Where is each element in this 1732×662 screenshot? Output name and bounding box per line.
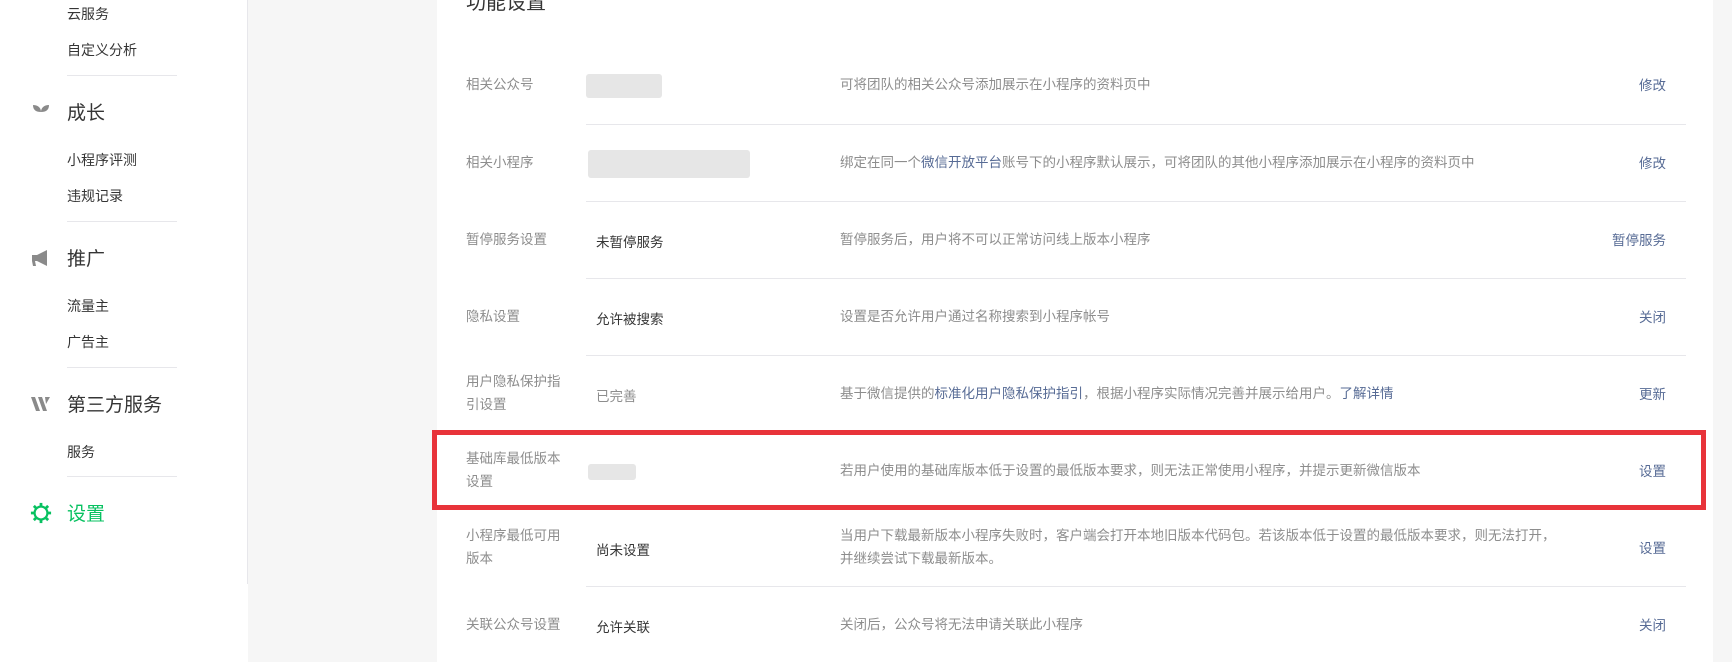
close-link[interactable]: 关闭: [1639, 306, 1666, 326]
setting-description: 可将团队的相关公众号添加展示在小程序的资料页中: [840, 77, 1151, 93]
blurred-value: [588, 150, 750, 178]
close-link[interactable]: 关闭: [1639, 614, 1666, 634]
sidebar-section-settings[interactable]: 设置: [30, 499, 105, 526]
blurred-value: [586, 74, 662, 98]
sidebar-divider: [247, 0, 248, 584]
setting-label: 小程序最低可用版本: [466, 528, 561, 567]
sidebar-item-traffic-owner[interactable]: 流量主: [67, 296, 109, 316]
sidebar-section-label: 推广: [67, 248, 106, 270]
third-party-icon: [30, 393, 52, 415]
setting-description: 绑定在同一个微信开放平台账号下的小程序默认展示，可将团队的其他小程序添加展示在小…: [840, 155, 1475, 171]
sprout-icon: [30, 101, 52, 123]
sidebar-section-label: 设置: [67, 503, 106, 525]
open-platform-link[interactable]: 微信开放平台: [921, 155, 1002, 171]
setting-description: 当用户下载最新版本小程序失败时，客户端会打开本地旧版本代码包。若该版本低于设置的…: [840, 528, 1556, 567]
highlight-box: [432, 430, 1706, 510]
sidebar-item-advertiser[interactable]: 广告主: [67, 332, 109, 352]
setting-description: 暂停服务后，用户将不可以正常访问线上版本小程序: [840, 232, 1151, 248]
pause-service-link[interactable]: 暂停服务: [1612, 229, 1666, 249]
sidebar-item-services[interactable]: 服务: [67, 442, 95, 462]
privacy-guide-link[interactable]: 标准化用户隐私保护指引: [935, 386, 1084, 402]
setting-label: 用户隐私保护指引设置: [466, 374, 561, 413]
setting-row: 暂停服务设置 未暂停服务 暂停服务后，用户将不可以正常访问线上版本小程序 暂停服…: [466, 202, 1686, 279]
setting-row: 隐私设置 允许被搜索 设置是否允许用户通过名称搜索到小程序帐号 关闭: [466, 279, 1686, 356]
setting-label: 暂停服务设置: [466, 232, 547, 248]
setting-description: 关闭后，公众号将无法申请关联此小程序: [840, 617, 1083, 633]
sidebar-section-label: 第三方服务: [67, 394, 163, 416]
set-link[interactable]: 设置: [1639, 537, 1666, 557]
setting-value: 尚未设置: [596, 543, 650, 559]
update-link[interactable]: 更新: [1639, 383, 1666, 403]
setting-row: 相关公众号 可将团队的相关公众号添加展示在小程序的资料页中 修改: [466, 48, 1686, 125]
setting-label: 相关公众号: [466, 77, 534, 93]
setting-row: 相关小程序 绑定在同一个微信开放平台账号下的小程序默认展示，可将团队的其他小程序…: [466, 125, 1686, 202]
setting-description: 基于微信提供的标准化用户隐私保护指引，根据小程序实际情况完善并展示给用户。了解详…: [840, 386, 1394, 402]
gear-icon: [30, 502, 52, 524]
edit-link[interactable]: 修改: [1639, 152, 1666, 172]
setting-row: 关联公众号设置 允许关联 关闭后，公众号将无法申请关联此小程序 关闭: [466, 587, 1686, 662]
sidebar-divider: [67, 476, 177, 477]
sidebar-divider: [67, 367, 177, 368]
edit-link[interactable]: 修改: [1639, 74, 1666, 94]
sidebar-divider: [67, 75, 177, 76]
setting-value: 未暂停服务: [596, 235, 664, 251]
megaphone-icon: [30, 247, 52, 269]
sidebar-section-promote[interactable]: 推广: [30, 244, 105, 271]
learn-more-link[interactable]: 了解详情: [1340, 386, 1394, 402]
setting-label: 隐私设置: [466, 309, 520, 325]
section-title: 功能设置: [466, 0, 546, 14]
setting-value: 已完善: [596, 389, 637, 405]
setting-row: 用户隐私保护指引设置 已完善 基于微信提供的标准化用户隐私保护指引，根据小程序实…: [466, 356, 1686, 433]
setting-label: 关联公众号设置: [466, 617, 561, 633]
sidebar-divider: [67, 221, 177, 222]
sidebar-section-growth[interactable]: 成长: [30, 98, 105, 125]
sidebar-item-custom-analysis[interactable]: 自定义分析: [67, 40, 137, 60]
setting-value: 允许关联: [596, 620, 650, 636]
sidebar-item-cloud-service[interactable]: 云服务: [67, 4, 109, 24]
sidebar-section-third-party[interactable]: 第三方服务: [30, 390, 162, 417]
setting-value: 允许被搜索: [596, 312, 664, 328]
sidebar-item-evaluation[interactable]: 小程序评测: [67, 150, 137, 170]
setting-label: 相关小程序: [466, 155, 534, 171]
sidebar-item-violations[interactable]: 违规记录: [67, 186, 123, 206]
setting-description: 设置是否允许用户通过名称搜索到小程序帐号: [840, 309, 1110, 325]
sidebar-section-label: 成长: [67, 102, 106, 124]
setting-row: 小程序最低可用版本 尚未设置 当用户下载最新版本小程序失败时，客户端会打开本地旧…: [466, 510, 1686, 587]
